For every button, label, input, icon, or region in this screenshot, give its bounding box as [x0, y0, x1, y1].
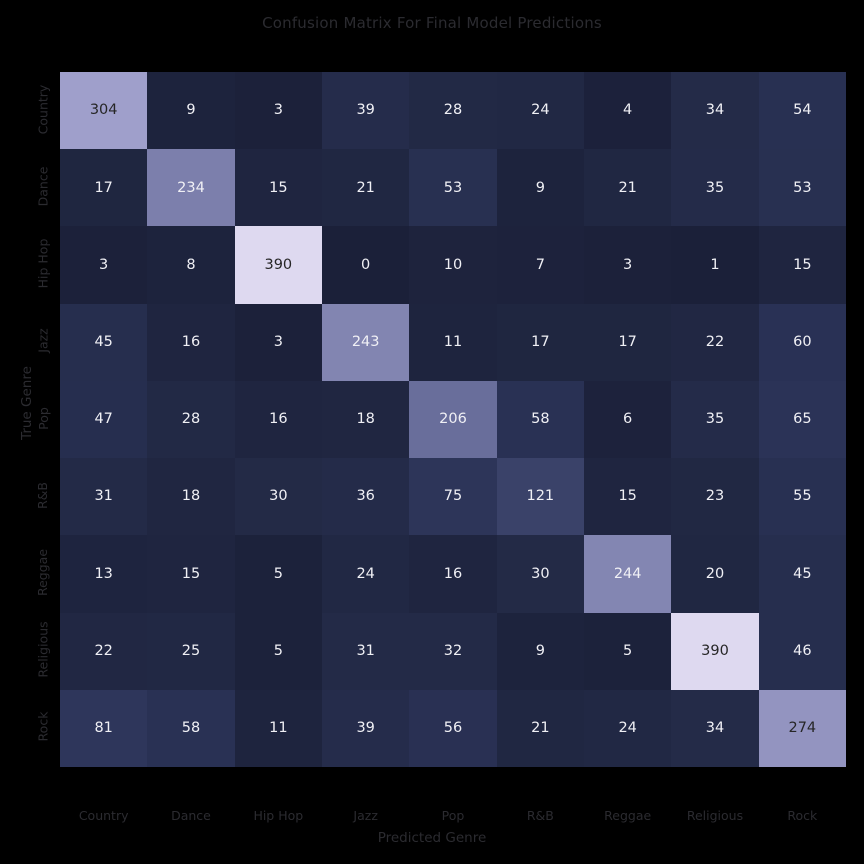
heatmap-cell: 28 [147, 381, 234, 458]
heatmap-cell: 58 [147, 690, 234, 767]
heatmap-cell: 24 [497, 72, 584, 149]
chart-title: Confusion Matrix For Final Model Predict… [0, 14, 864, 32]
heatmap-grid: 3049339282443454172341521539213553383900… [60, 72, 846, 767]
confusion-matrix-figure: Confusion Matrix For Final Model Predict… [0, 0, 864, 864]
heatmap-cell: 21 [322, 149, 409, 226]
heatmap-cell: 1 [671, 226, 758, 303]
heatmap-plot-area: 3049339282443454172341521539213553383900… [60, 72, 846, 767]
heatmap-cell: 304 [60, 72, 147, 149]
heatmap-cell: 53 [759, 149, 846, 226]
heatmap-cell: 31 [60, 458, 147, 535]
x-axis-label: Predicted Genre [0, 830, 864, 846]
heatmap-cell: 121 [497, 458, 584, 535]
heatmap-cell: 35 [671, 381, 758, 458]
heatmap-cell: 13 [60, 535, 147, 612]
heatmap-cell: 18 [147, 458, 234, 535]
heatmap-cell: 45 [759, 535, 846, 612]
heatmap-cell: 234 [147, 149, 234, 226]
heatmap-cell: 20 [671, 535, 758, 612]
heatmap-cell: 9 [497, 149, 584, 226]
heatmap-cell: 3 [235, 304, 322, 381]
heatmap-cell: 3 [235, 72, 322, 149]
heatmap-cell: 390 [235, 226, 322, 303]
heatmap-cell: 9 [147, 72, 234, 149]
heatmap-cell: 15 [235, 149, 322, 226]
heatmap-cell: 7 [497, 226, 584, 303]
heatmap-cell: 9 [497, 613, 584, 690]
heatmap-cell: 34 [671, 72, 758, 149]
heatmap-cell: 8 [147, 226, 234, 303]
heatmap-cell: 45 [60, 304, 147, 381]
heatmap-cell: 65 [759, 381, 846, 458]
heatmap-cell: 60 [759, 304, 846, 381]
heatmap-cell: 54 [759, 72, 846, 149]
heatmap-cell: 11 [409, 304, 496, 381]
heatmap-cell: 17 [497, 304, 584, 381]
heatmap-cell: 56 [409, 690, 496, 767]
heatmap-cell: 30 [235, 458, 322, 535]
heatmap-cell: 22 [60, 613, 147, 690]
heatmap-cell: 23 [671, 458, 758, 535]
heatmap-cell: 10 [409, 226, 496, 303]
heatmap-cell: 18 [322, 381, 409, 458]
heatmap-cell: 5 [235, 535, 322, 612]
heatmap-cell: 75 [409, 458, 496, 535]
heatmap-cell: 3 [60, 226, 147, 303]
heatmap-cell: 32 [409, 613, 496, 690]
heatmap-cell: 16 [409, 535, 496, 612]
heatmap-cell: 55 [759, 458, 846, 535]
heatmap-cell: 3 [584, 226, 671, 303]
heatmap-cell: 21 [584, 149, 671, 226]
heatmap-cell: 28 [409, 72, 496, 149]
heatmap-cell: 16 [147, 304, 234, 381]
heatmap-cell: 243 [322, 304, 409, 381]
heatmap-cell: 6 [584, 381, 671, 458]
heatmap-cell: 22 [671, 304, 758, 381]
heatmap-cell: 34 [671, 690, 758, 767]
heatmap-cell: 17 [584, 304, 671, 381]
heatmap-cell: 24 [584, 690, 671, 767]
heatmap-cell: 15 [584, 458, 671, 535]
heatmap-cell: 206 [409, 381, 496, 458]
heatmap-cell: 46 [759, 613, 846, 690]
heatmap-cell: 58 [497, 381, 584, 458]
heatmap-cell: 390 [671, 613, 758, 690]
heatmap-cell: 30 [497, 535, 584, 612]
heatmap-cell: 47 [60, 381, 147, 458]
heatmap-cell: 17 [60, 149, 147, 226]
heatmap-cell: 244 [584, 535, 671, 612]
heatmap-cell: 39 [322, 690, 409, 767]
heatmap-cell: 5 [584, 613, 671, 690]
heatmap-cell: 81 [60, 690, 147, 767]
heatmap-cell: 11 [235, 690, 322, 767]
heatmap-cell: 31 [322, 613, 409, 690]
heatmap-cell: 24 [322, 535, 409, 612]
heatmap-cell: 5 [235, 613, 322, 690]
heatmap-cell: 15 [147, 535, 234, 612]
heatmap-cell: 4 [584, 72, 671, 149]
heatmap-cell: 36 [322, 458, 409, 535]
x-tick-rock: Rock [719, 808, 864, 823]
heatmap-cell: 39 [322, 72, 409, 149]
heatmap-cell: 21 [497, 690, 584, 767]
heatmap-cell: 0 [322, 226, 409, 303]
heatmap-cell: 274 [759, 690, 846, 767]
heatmap-cell: 35 [671, 149, 758, 226]
heatmap-cell: 53 [409, 149, 496, 226]
heatmap-cell: 16 [235, 381, 322, 458]
heatmap-cell: 15 [759, 226, 846, 303]
heatmap-cell: 25 [147, 613, 234, 690]
